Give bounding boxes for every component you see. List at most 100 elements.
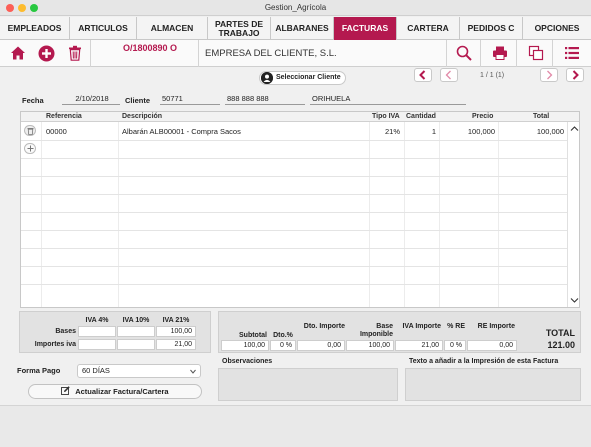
importes-iva4-field [78,339,116,350]
invoice-lines-table: Referencia Descripción Tipo IVA Cantidad… [20,111,580,308]
cell-tipo-iva: 21% [384,127,400,136]
title-bar: Gestion_Agrícola [0,0,591,16]
forma-pago-select[interactable]: 60 DÍAS [77,364,201,378]
cliente-phone-field[interactable]: 888 888 888 [225,94,305,105]
iva-importe-label: IVA Importe [402,323,441,330]
texto-impresion-label: Texto a añadir a la Impresión de esta Fa… [409,358,559,365]
tab-cartera[interactable]: CARTERA [397,17,460,40]
person-icon [261,72,273,84]
cell-descripcion: Albarán ALB00001 - Compra Sacos [122,127,241,136]
chevron-left-icon [445,70,451,80]
observaciones-label: Observaciones [222,358,273,365]
fecha-field[interactable]: 2/10/2018 [62,94,120,105]
observaciones-textarea[interactable] [218,368,398,401]
dto-importe-field: 0,00 [297,340,345,351]
update-invoice-button[interactable]: Actualizar Factura/Cartera [28,384,202,399]
select-client-label: Seleccionar Cliente [276,74,341,81]
record-pager: 1 / 1 (1) [480,72,505,79]
search-icon[interactable] [455,44,473,62]
home-icon[interactable] [9,44,27,62]
cell-precio: 100,000 [467,127,495,136]
app-window: Gestion_Agrícola EMPLEADOS ARTICULOS ALM… [0,0,591,447]
importes-iva21-field: 21,00 [156,339,196,350]
importes-iva-label: Importes iva [34,341,76,348]
base-imponible-field: 100,00 [346,340,394,351]
dto-importe-label: Dto. Importe [303,323,345,330]
tab-pedidos-c[interactable]: PEDIDOS C [460,17,523,40]
iva10-header: IVA 10% [122,317,150,324]
lines-scrollbar[interactable] [567,122,579,307]
add-line-icon[interactable] [24,143,36,154]
copy-icon[interactable] [527,44,545,62]
cliente-label: Cliente [125,96,151,105]
subtotal-field: 100,00 [221,340,269,351]
invoice-number: O/1800890 O [122,43,178,53]
tab-facturas[interactable]: FACTURAS [334,17,397,40]
chevron-up-icon [570,126,579,131]
re-importe-label: RE Importe [477,323,515,330]
toolbar-separator [446,40,447,67]
add-icon[interactable] [37,44,55,62]
delete-line-icon[interactable] [24,125,36,136]
tab-partes-de-trabajo[interactable]: PARTES DE TRABAJO [208,17,271,40]
next-record-button[interactable] [540,68,558,82]
first-record-button[interactable] [414,68,432,82]
col-tipo-iva: Tipo IVA [372,113,400,120]
col-cantidad: Cantidad [406,113,436,120]
base-imponible-label: Base Imponible [359,323,393,338]
dto-pct-field[interactable]: 0 % [270,340,296,351]
col-total: Total [533,113,550,120]
company-name: EMPRESA DEL CLIENTE, S.L. [205,48,337,59]
trash-icon[interactable] [66,44,84,62]
cell-referencia: 00000 [46,127,67,136]
fecha-label: Fecha [22,96,44,105]
window-footer [0,405,591,447]
toolbar-separator [198,40,199,67]
re-pct-field[interactable]: 0 % [444,340,466,351]
toolbar-separator [516,40,517,67]
texto-impresion-textarea[interactable] [405,368,581,401]
select-client-button[interactable]: Seleccionar Cliente [259,71,346,85]
toolbar-separator [90,40,91,67]
tab-almacen[interactable]: ALMACEN [137,17,208,40]
window-title: Gestion_Agrícola [264,3,327,12]
dto-pct-label: Dto.% [273,332,293,339]
print-icon[interactable] [491,44,509,62]
chevron-left-icon [419,70,426,80]
edit-icon [61,386,71,395]
tab-albaranes[interactable]: ALBARANES [271,17,334,40]
importes-iva10-field [117,339,155,350]
bases-iva4-field [78,326,116,337]
col-descripcion: Descripción [122,113,163,120]
col-referencia: Referencia [46,113,82,120]
forma-pago-label: Forma Pago [17,366,61,375]
chevron-down-icon [570,298,579,303]
tab-opciones[interactable]: OPCIONES [523,17,591,40]
cliente-code-field[interactable]: 50771 [160,94,220,105]
cell-cantidad: 1 [431,127,436,136]
tab-articulos[interactable]: ARTICULOS [70,17,137,40]
iva4-header: IVA 4% [85,317,109,324]
subtotal-label: Subtotal [239,332,267,339]
table-header: Referencia Descripción Tipo IVA Cantidad… [21,112,579,122]
previous-record-button[interactable] [440,68,458,82]
module-tabs: EMPLEADOS ARTICULOS ALMACEN PARTES DE TR… [0,17,591,40]
totals-box: Subtotal Dto.% Dto. Importe Base Imponib… [218,311,581,353]
bases-label: Bases [55,328,76,335]
update-invoice-label: Actualizar Factura/Cartera [75,387,169,396]
toolbar-separator [552,40,553,67]
chevron-right-icon [547,70,553,80]
re-pct-label: % RE [447,323,465,330]
forma-pago-value: 60 DÍAS [82,366,110,375]
tab-empleados[interactable]: EMPLEADOS [0,17,70,40]
re-importe-field: 0,00 [467,340,517,351]
toolbar-separator [480,40,481,67]
cliente-city-field[interactable]: ORIHUELA [310,94,466,105]
last-record-button[interactable] [566,68,584,82]
col-precio: Precio [472,113,494,120]
iva-importe-field: 21,00 [395,340,443,351]
total-value: 121.00 [547,340,575,350]
menu-icon[interactable] [563,44,581,62]
iva21-header: IVA 21% [162,317,190,324]
toolbar: O/1800890 O EMPRESA DEL CLIENTE, S.L. [0,40,591,67]
